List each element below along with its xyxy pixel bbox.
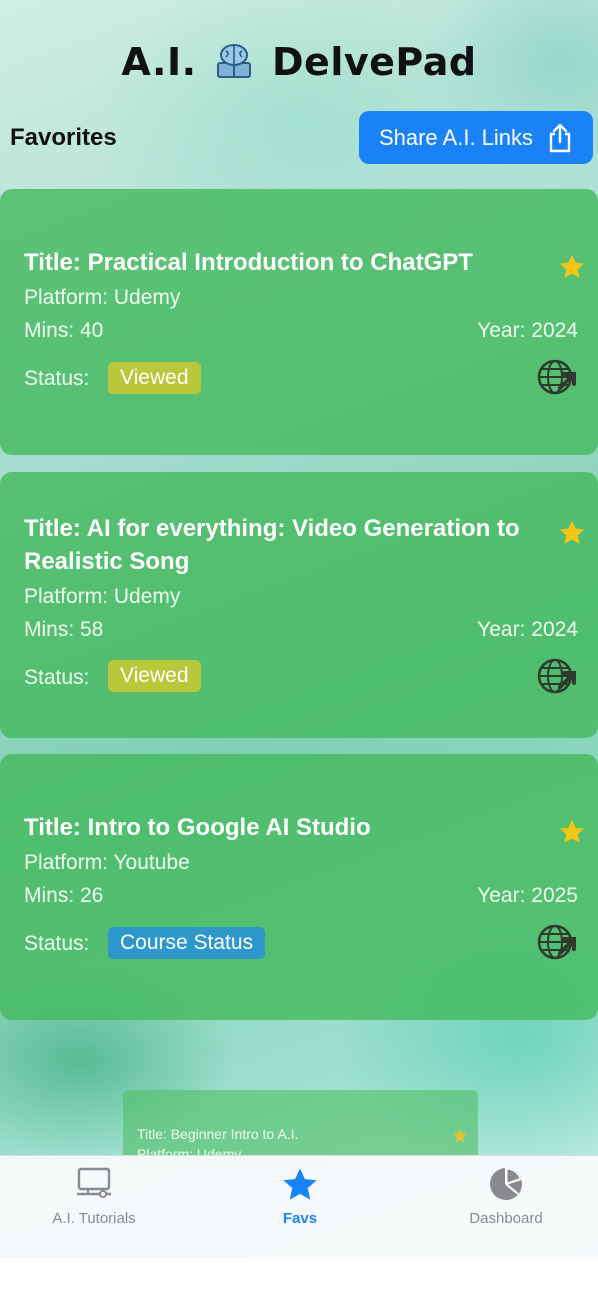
course-platform: Platform: Youtube	[24, 851, 190, 874]
status-label: Status:	[24, 932, 90, 955]
share-links-button[interactable]: Share A.I. Links	[359, 111, 593, 164]
favorite-star-icon[interactable]	[558, 818, 586, 846]
tab-dashboard[interactable]: Dashboard	[406, 1156, 598, 1260]
course-title: Title: Intro to Google AI Studio	[24, 814, 371, 841]
favorite-star-icon[interactable]	[558, 519, 586, 547]
status-badge[interactable]: Viewed	[108, 660, 201, 692]
status-label: Status:	[24, 367, 90, 390]
tab-label: A.I. Tutorials	[52, 1210, 136, 1227]
course-title: Title: Beginner Intro to A.I.	[137, 1126, 299, 1142]
favorite-star-icon	[453, 1129, 467, 1143]
page-title: Favorites	[10, 124, 117, 151]
course-platform: Platform: Udemy	[24, 286, 181, 309]
course-title: Title: Practical Introduction to ChatGPT	[24, 249, 473, 276]
share-icon	[549, 123, 571, 152]
course-card[interactable]: Title: Practical Introduction to ChatGPT…	[0, 189, 598, 455]
open-link-globe-icon[interactable]	[536, 921, 578, 963]
tab-favs[interactable]: Favs	[200, 1156, 400, 1260]
course-card[interactable]: Title: AI for everything: Video Generati…	[0, 472, 598, 738]
open-link-globe-icon[interactable]	[536, 356, 578, 398]
status-badge[interactable]: Viewed	[108, 362, 201, 394]
course-platform: Platform: Udemy	[24, 585, 181, 608]
course-mins: Mins: 26	[24, 884, 104, 907]
status-label: Status:	[24, 666, 90, 689]
favorite-star-icon[interactable]	[558, 253, 586, 281]
course-mins: Mins: 58	[24, 618, 104, 641]
course-mins: Mins: 40	[24, 319, 104, 342]
course-year: Year: 2024	[477, 319, 578, 342]
status-badge[interactable]: Course Status	[108, 927, 266, 959]
tab-bar: A.I. Tutorials Favs Dashboard	[0, 1155, 598, 1260]
app-title-right: DelvePad	[272, 40, 477, 84]
app-title-left: A.I.	[121, 40, 197, 84]
home-indicator-area	[0, 1259, 598, 1300]
laptop-icon	[77, 1167, 111, 1198]
pie-chart-icon	[490, 1168, 522, 1200]
share-button-label: Share A.I. Links	[378, 124, 534, 150]
course-card[interactable]: Title: Intro to Google AI Studio Platfor…	[0, 754, 598, 1020]
course-year: Year: 2025	[477, 884, 578, 907]
tab-label: Dashboard	[469, 1210, 543, 1227]
tab-ai-tutorials[interactable]: A.I. Tutorials	[0, 1156, 194, 1260]
app-title: A.I. DelvePad	[0, 40, 598, 84]
star-icon	[283, 1168, 317, 1200]
tab-label: Favs	[282, 1210, 318, 1227]
brain-book-icon	[217, 44, 252, 78]
course-title: Title: AI for everything: Video Generati…	[24, 515, 520, 575]
course-year: Year: 2024	[477, 618, 578, 641]
open-link-globe-icon[interactable]	[536, 655, 578, 697]
